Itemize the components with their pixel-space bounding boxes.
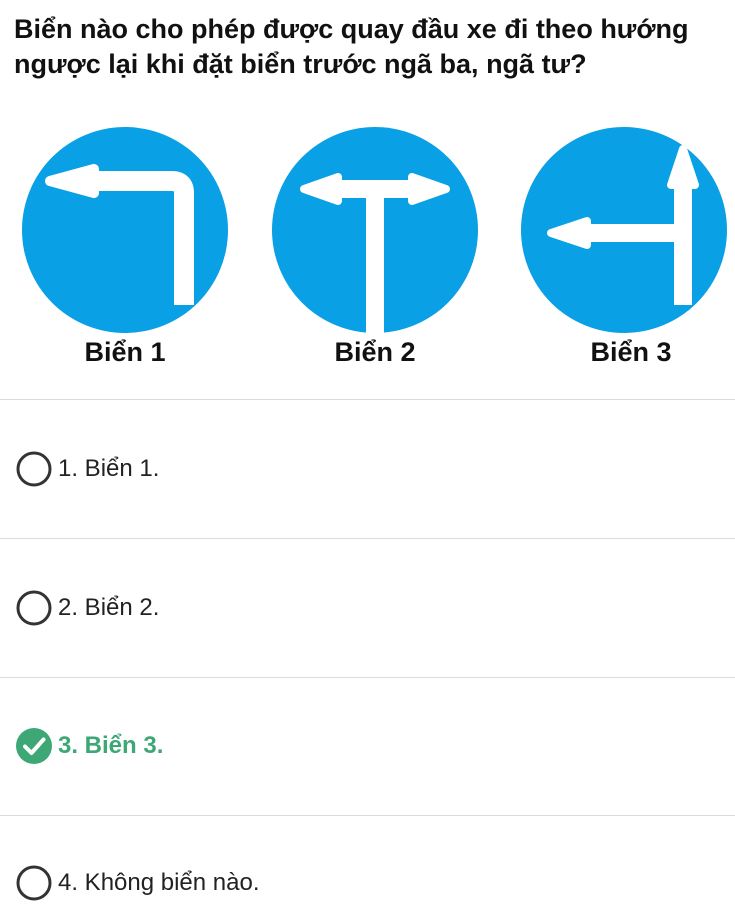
signs-figure: Biển 1 Biển 2 Biển 3 [0, 112, 735, 382]
question-text: Biển nào cho phép được quay đầu xe đi th… [14, 14, 689, 79]
sign-caption-1: Biển 1 [84, 337, 166, 367]
sign-caption-3: Biển 3 [590, 337, 672, 367]
divider [0, 399, 735, 400]
answer-option-4[interactable]: 4. Không biển nào. [16, 861, 716, 905]
answer-label: 2. Biển 2. [58, 594, 160, 621]
left-right-arrow-sign-icon [272, 127, 478, 333]
answer-label: 3. Biển 3. [58, 732, 164, 759]
turn-left-arrow-sign-icon [22, 127, 228, 333]
check-circle-icon[interactable] [16, 728, 52, 764]
divider [0, 677, 735, 678]
radio-unchecked-icon[interactable] [16, 451, 52, 487]
answer-label: 1. Biển 1. [58, 455, 160, 482]
answer-option-2[interactable]: 2. Biển 2. [16, 586, 716, 630]
sign-caption-2: Biển 2 [334, 337, 416, 367]
radio-unchecked-icon[interactable] [16, 865, 52, 901]
divider [0, 815, 735, 816]
straight-or-left-arrow-sign-icon [521, 127, 727, 333]
answer-option-1[interactable]: 1. Biển 1. [16, 447, 716, 491]
divider [0, 538, 735, 539]
answer-option-3[interactable]: 3. Biển 3. [16, 724, 716, 768]
radio-unchecked-icon[interactable] [16, 590, 52, 626]
answer-label: 4. Không biển nào. [58, 869, 260, 896]
